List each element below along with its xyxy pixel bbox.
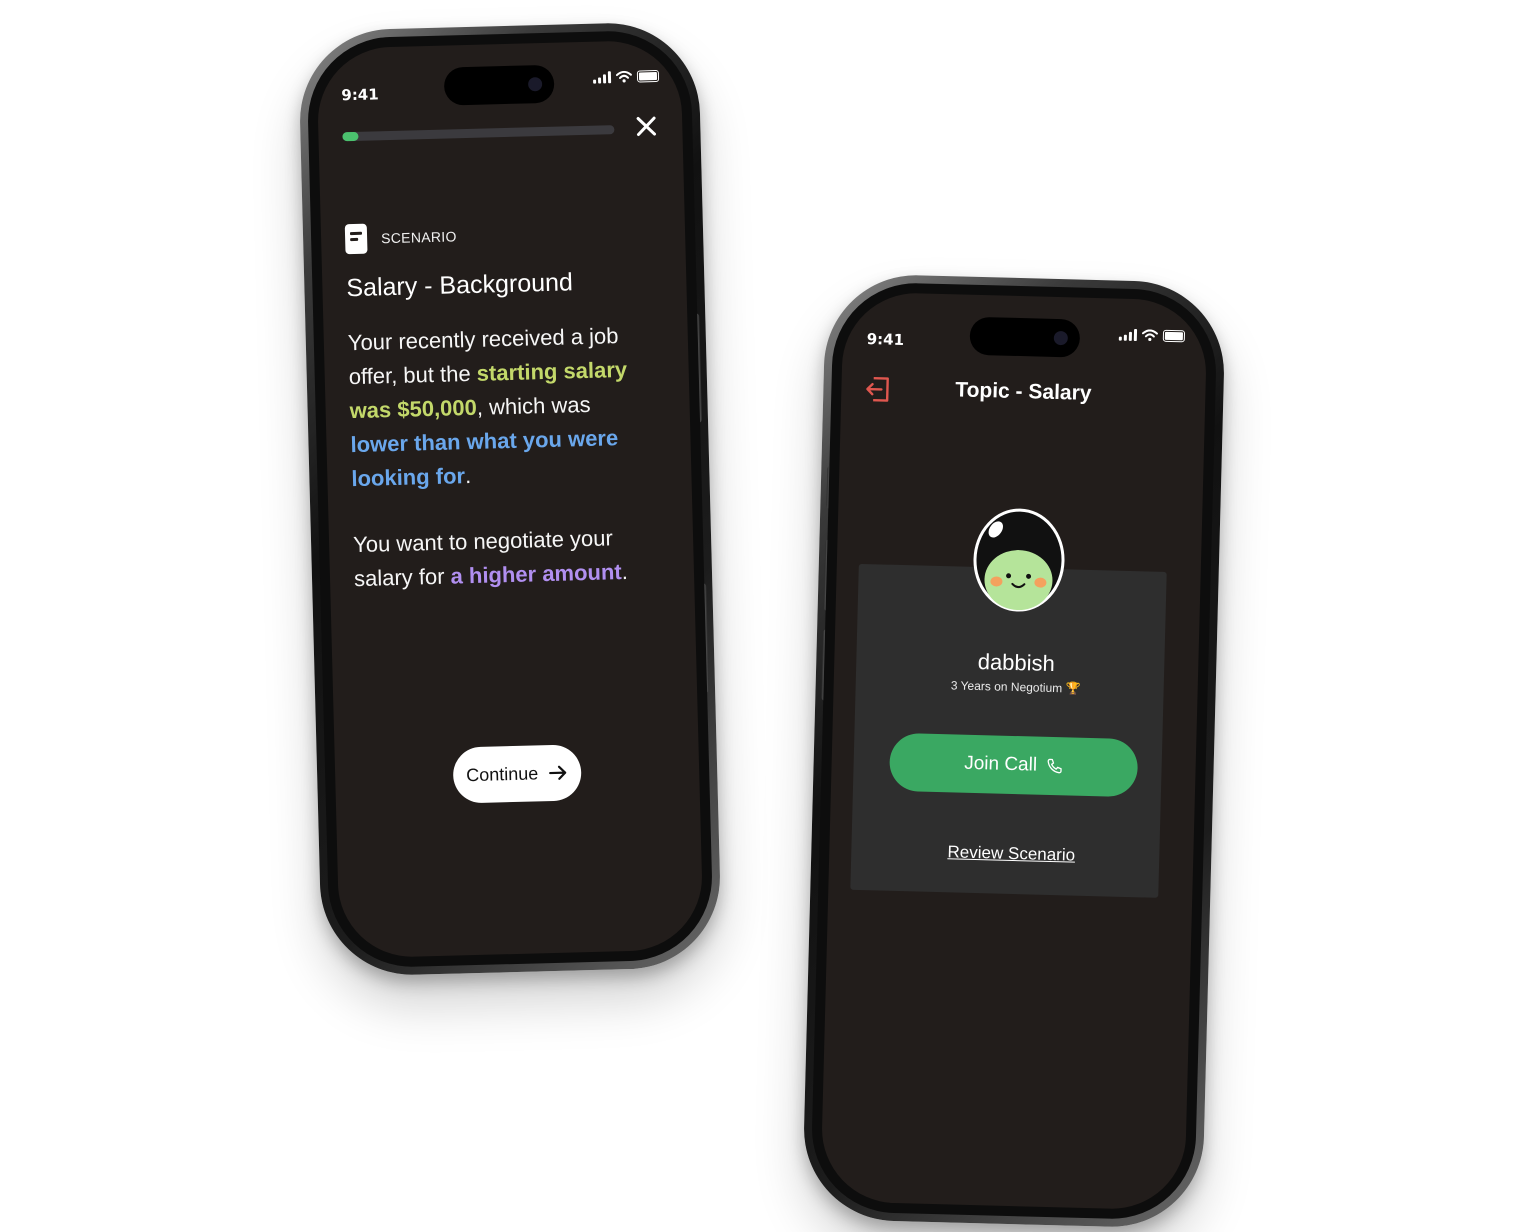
avatar xyxy=(973,508,1065,612)
phone-bezel: 9:41 SCENARIO Salary - Background Your r… xyxy=(305,29,715,969)
call-screen: 9:41 Topic - Salary dabbish 3 Years on N… xyxy=(820,291,1208,1211)
arrow-right-icon xyxy=(549,765,567,780)
continue-button[interactable]: Continue xyxy=(452,744,582,804)
phone-right: 9:41 Topic - Salary dabbish 3 Years on N… xyxy=(801,272,1227,1230)
status-icons xyxy=(1118,328,1186,343)
status-icons xyxy=(593,69,660,84)
battery-icon xyxy=(636,69,660,83)
scenario-title: Salary - Background xyxy=(346,268,574,303)
scenario-body: Your recently received a job offer, but … xyxy=(347,318,655,628)
join-call-label: Join Call xyxy=(963,752,1038,776)
status-time: 9:41 xyxy=(866,330,905,349)
scenario-text: , which was xyxy=(476,391,591,420)
scenario-text: . xyxy=(464,463,472,489)
continue-label: Continue xyxy=(465,762,539,785)
battery-icon xyxy=(1162,329,1186,343)
status-time: 9:41 xyxy=(341,85,379,105)
progress-bar xyxy=(342,125,615,142)
dynamic-island xyxy=(443,64,555,106)
phone-bezel: 9:41 Topic - Salary dabbish 3 Years on N… xyxy=(809,281,1219,1221)
phone-left: 9:41 SCENARIO Salary - Background Your r… xyxy=(297,20,723,978)
scenario-paragraph: You want to negotiate your salary for a … xyxy=(353,520,655,596)
join-call-button[interactable]: Join Call xyxy=(888,732,1139,798)
dynamic-island xyxy=(969,316,1081,358)
highlight-higher: a higher amount xyxy=(450,559,622,589)
signal-icon xyxy=(1118,328,1138,342)
phone-icon xyxy=(1048,758,1063,774)
wifi-icon xyxy=(615,70,632,83)
close-icon[interactable] xyxy=(634,114,659,139)
highlight-lower: lower than what you were looking for xyxy=(350,425,619,492)
scenario-screen: 9:41 SCENARIO Salary - Background Your r… xyxy=(316,39,704,959)
signal-icon xyxy=(593,71,612,84)
scenario-header: SCENARIO xyxy=(344,221,457,255)
scenario-text: . xyxy=(621,558,629,585)
topic-title: Topic - Salary xyxy=(955,378,1092,405)
document-icon xyxy=(344,223,368,255)
scenario-paragraph: Your recently received a job offer, but … xyxy=(347,318,651,496)
scenario-label: SCENARIO xyxy=(380,228,457,247)
progress-fill xyxy=(342,131,359,142)
wifi-icon xyxy=(1141,329,1158,342)
